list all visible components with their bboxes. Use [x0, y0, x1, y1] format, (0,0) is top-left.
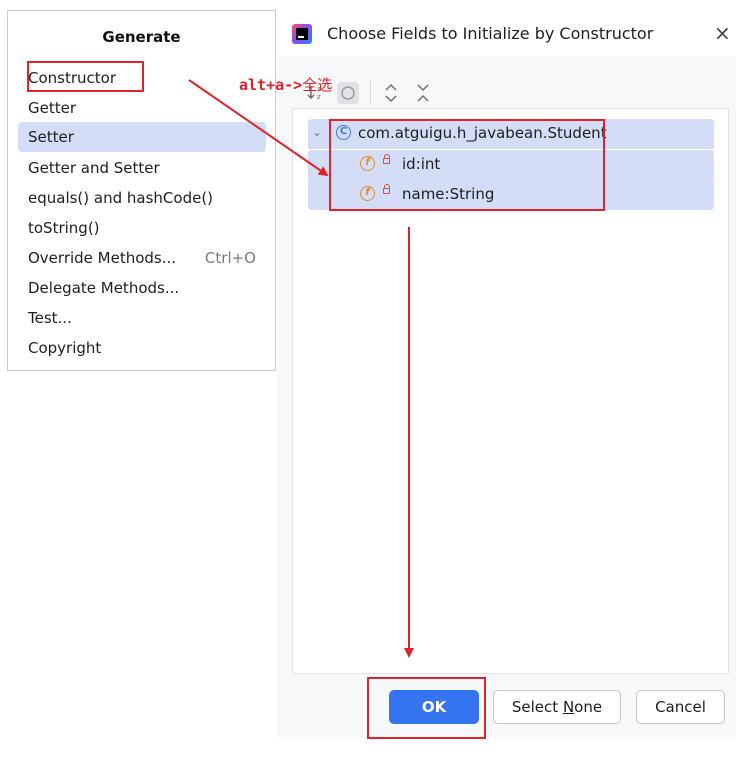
- arrow-to-fields: [188, 79, 329, 177]
- annotation-arrows: [188, 79, 414, 658]
